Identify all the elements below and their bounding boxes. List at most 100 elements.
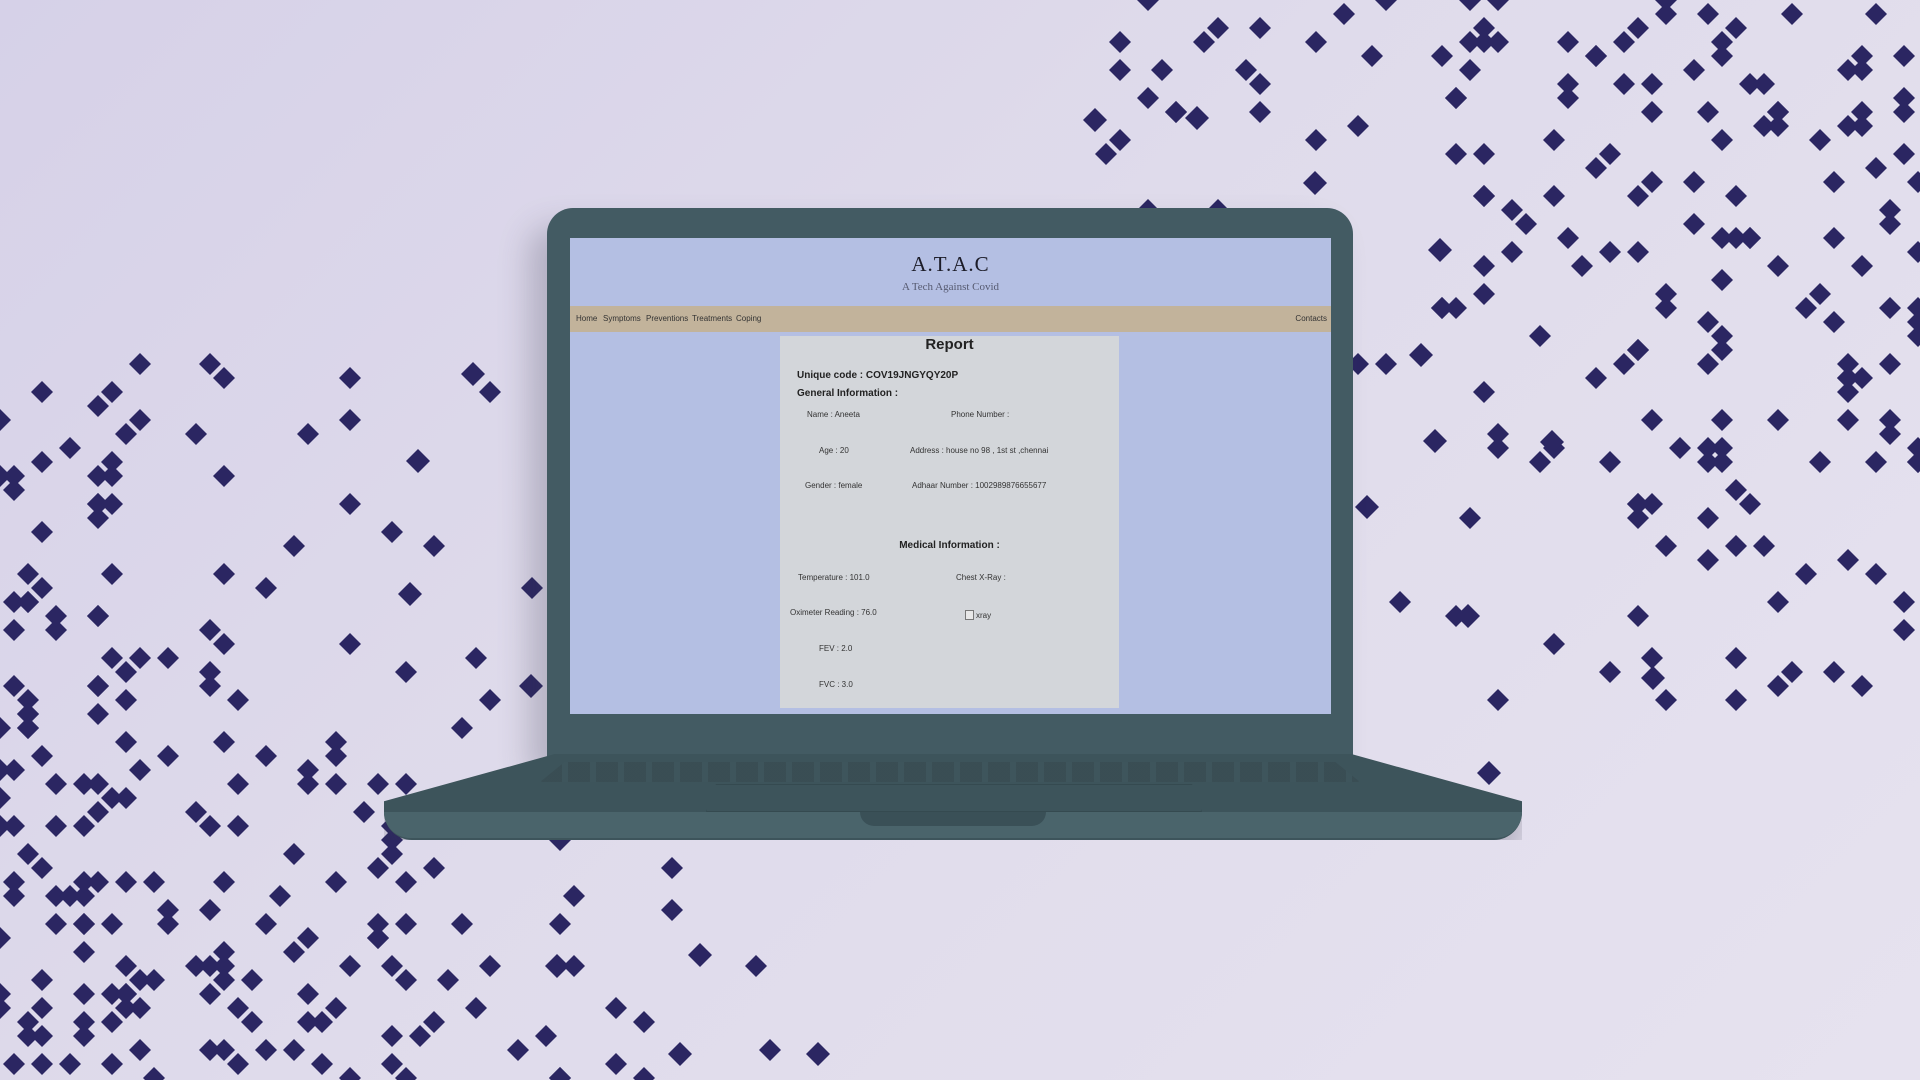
decorative-diamond (605, 997, 627, 1019)
decorative-diamond (1823, 171, 1845, 193)
decorative-diamond (1893, 619, 1915, 641)
decorative-diamond (339, 409, 361, 431)
decorative-diamond (59, 885, 81, 907)
decorative-diamond (129, 353, 151, 375)
decorative-diamond (31, 969, 53, 991)
decorative-diamond (1865, 157, 1887, 179)
decorative-diamond (31, 1053, 53, 1075)
decorative-diamond (73, 941, 95, 963)
decorative-diamond (1725, 479, 1747, 501)
decorative-diamond (1725, 689, 1747, 711)
decorative-diamond (143, 1067, 165, 1080)
decorative-diamond (1613, 73, 1635, 95)
decorative-diamond (1851, 115, 1873, 137)
address-field: Address : house no 98 , 1st st ,chennai (910, 446, 1049, 455)
nav-symptoms-link[interactable]: Symptoms (603, 314, 641, 323)
nav-contacts-link[interactable]: Contacts (1295, 314, 1327, 323)
decorative-diamond (31, 857, 53, 879)
decorative-diamond (129, 1039, 151, 1061)
decorative-diamond (1347, 115, 1369, 137)
decorative-diamond (101, 493, 123, 515)
decorative-diamond (406, 449, 430, 473)
decorative-diamond (479, 955, 501, 977)
decorative-diamond (1445, 87, 1467, 109)
decorative-diamond (633, 1067, 655, 1080)
nav-treatments-link[interactable]: Treatments (692, 314, 732, 323)
decorative-diamond (1473, 143, 1495, 165)
decorative-diamond (1809, 283, 1831, 305)
decorative-diamond (1711, 269, 1733, 291)
decorative-diamond (1543, 129, 1565, 151)
decorative-diamond (563, 885, 585, 907)
temperature-field: Temperature : 101.0 (798, 573, 870, 582)
decorative-diamond (353, 801, 375, 823)
decorative-diamond (1767, 409, 1789, 431)
decorative-diamond (1865, 563, 1887, 585)
decorative-diamond (1459, 0, 1481, 11)
decorative-diamond (1333, 3, 1355, 25)
decorative-diamond (1697, 311, 1719, 333)
decorative-diamond (129, 759, 151, 781)
decorative-diamond (1151, 59, 1173, 81)
decorative-diamond (0, 717, 11, 739)
decorative-diamond (3, 885, 25, 907)
decorative-diamond (143, 969, 165, 991)
decorative-diamond (269, 885, 291, 907)
decorative-diamond (1423, 429, 1447, 453)
decorative-diamond (17, 717, 39, 739)
decorative-diamond (1627, 605, 1649, 627)
decorative-diamond (451, 913, 473, 935)
decorative-diamond (1739, 227, 1761, 249)
decorative-diamond (1697, 353, 1719, 375)
decorative-diamond (227, 773, 249, 795)
decorative-diamond (1627, 185, 1649, 207)
decorative-diamond (1305, 129, 1327, 151)
decorative-diamond (199, 619, 221, 641)
decorative-diamond (1711, 409, 1733, 431)
decorative-diamond (1879, 199, 1901, 221)
decorative-diamond (1109, 31, 1131, 53)
decorative-diamond (1501, 199, 1523, 221)
decorative-diamond (423, 1011, 445, 1033)
nav-coping-link[interactable]: Coping (736, 314, 761, 323)
decorative-diamond (1207, 17, 1229, 39)
decorative-diamond (605, 1053, 627, 1075)
nav-preventions-link[interactable]: Preventions (646, 314, 688, 323)
decorative-diamond (395, 1067, 417, 1080)
decorative-diamond (1627, 339, 1649, 361)
decorative-diamond (255, 577, 277, 599)
decorative-diamond (423, 535, 445, 557)
decorative-diamond (1697, 3, 1719, 25)
decorative-diamond (45, 605, 67, 627)
decorative-diamond (325, 745, 347, 767)
decorative-diamond (535, 1025, 557, 1047)
decorative-diamond (1711, 451, 1733, 473)
decorative-diamond (1249, 101, 1271, 123)
decorative-diamond (1571, 255, 1593, 277)
decorative-diamond (1781, 661, 1803, 683)
decorative-diamond (241, 1011, 263, 1033)
decorative-diamond (115, 871, 137, 893)
decorative-diamond (73, 913, 95, 935)
decorative-diamond (1473, 381, 1495, 403)
decorative-diamond (1083, 108, 1107, 132)
decorative-diamond (1529, 325, 1551, 347)
decorative-diamond (367, 857, 389, 879)
decorative-diamond (129, 409, 151, 431)
decorative-diamond (1711, 129, 1733, 151)
decorative-diamond (1697, 101, 1719, 123)
decorative-diamond (1487, 0, 1509, 11)
decorative-diamond (1683, 213, 1705, 235)
decorative-diamond (115, 787, 137, 809)
decorative-diamond (1683, 171, 1705, 193)
decorative-diamond (1235, 59, 1257, 81)
decorative-diamond (59, 1053, 81, 1075)
decorative-diamond (1585, 367, 1607, 389)
decorative-diamond (185, 423, 207, 445)
decorative-diamond (1837, 549, 1859, 571)
xray-alt-text: xray (976, 610, 992, 620)
decorative-diamond (507, 1039, 529, 1061)
decorative-diamond (1865, 451, 1887, 473)
nav-home-link[interactable]: Home (576, 314, 597, 323)
decorative-diamond (199, 955, 221, 977)
